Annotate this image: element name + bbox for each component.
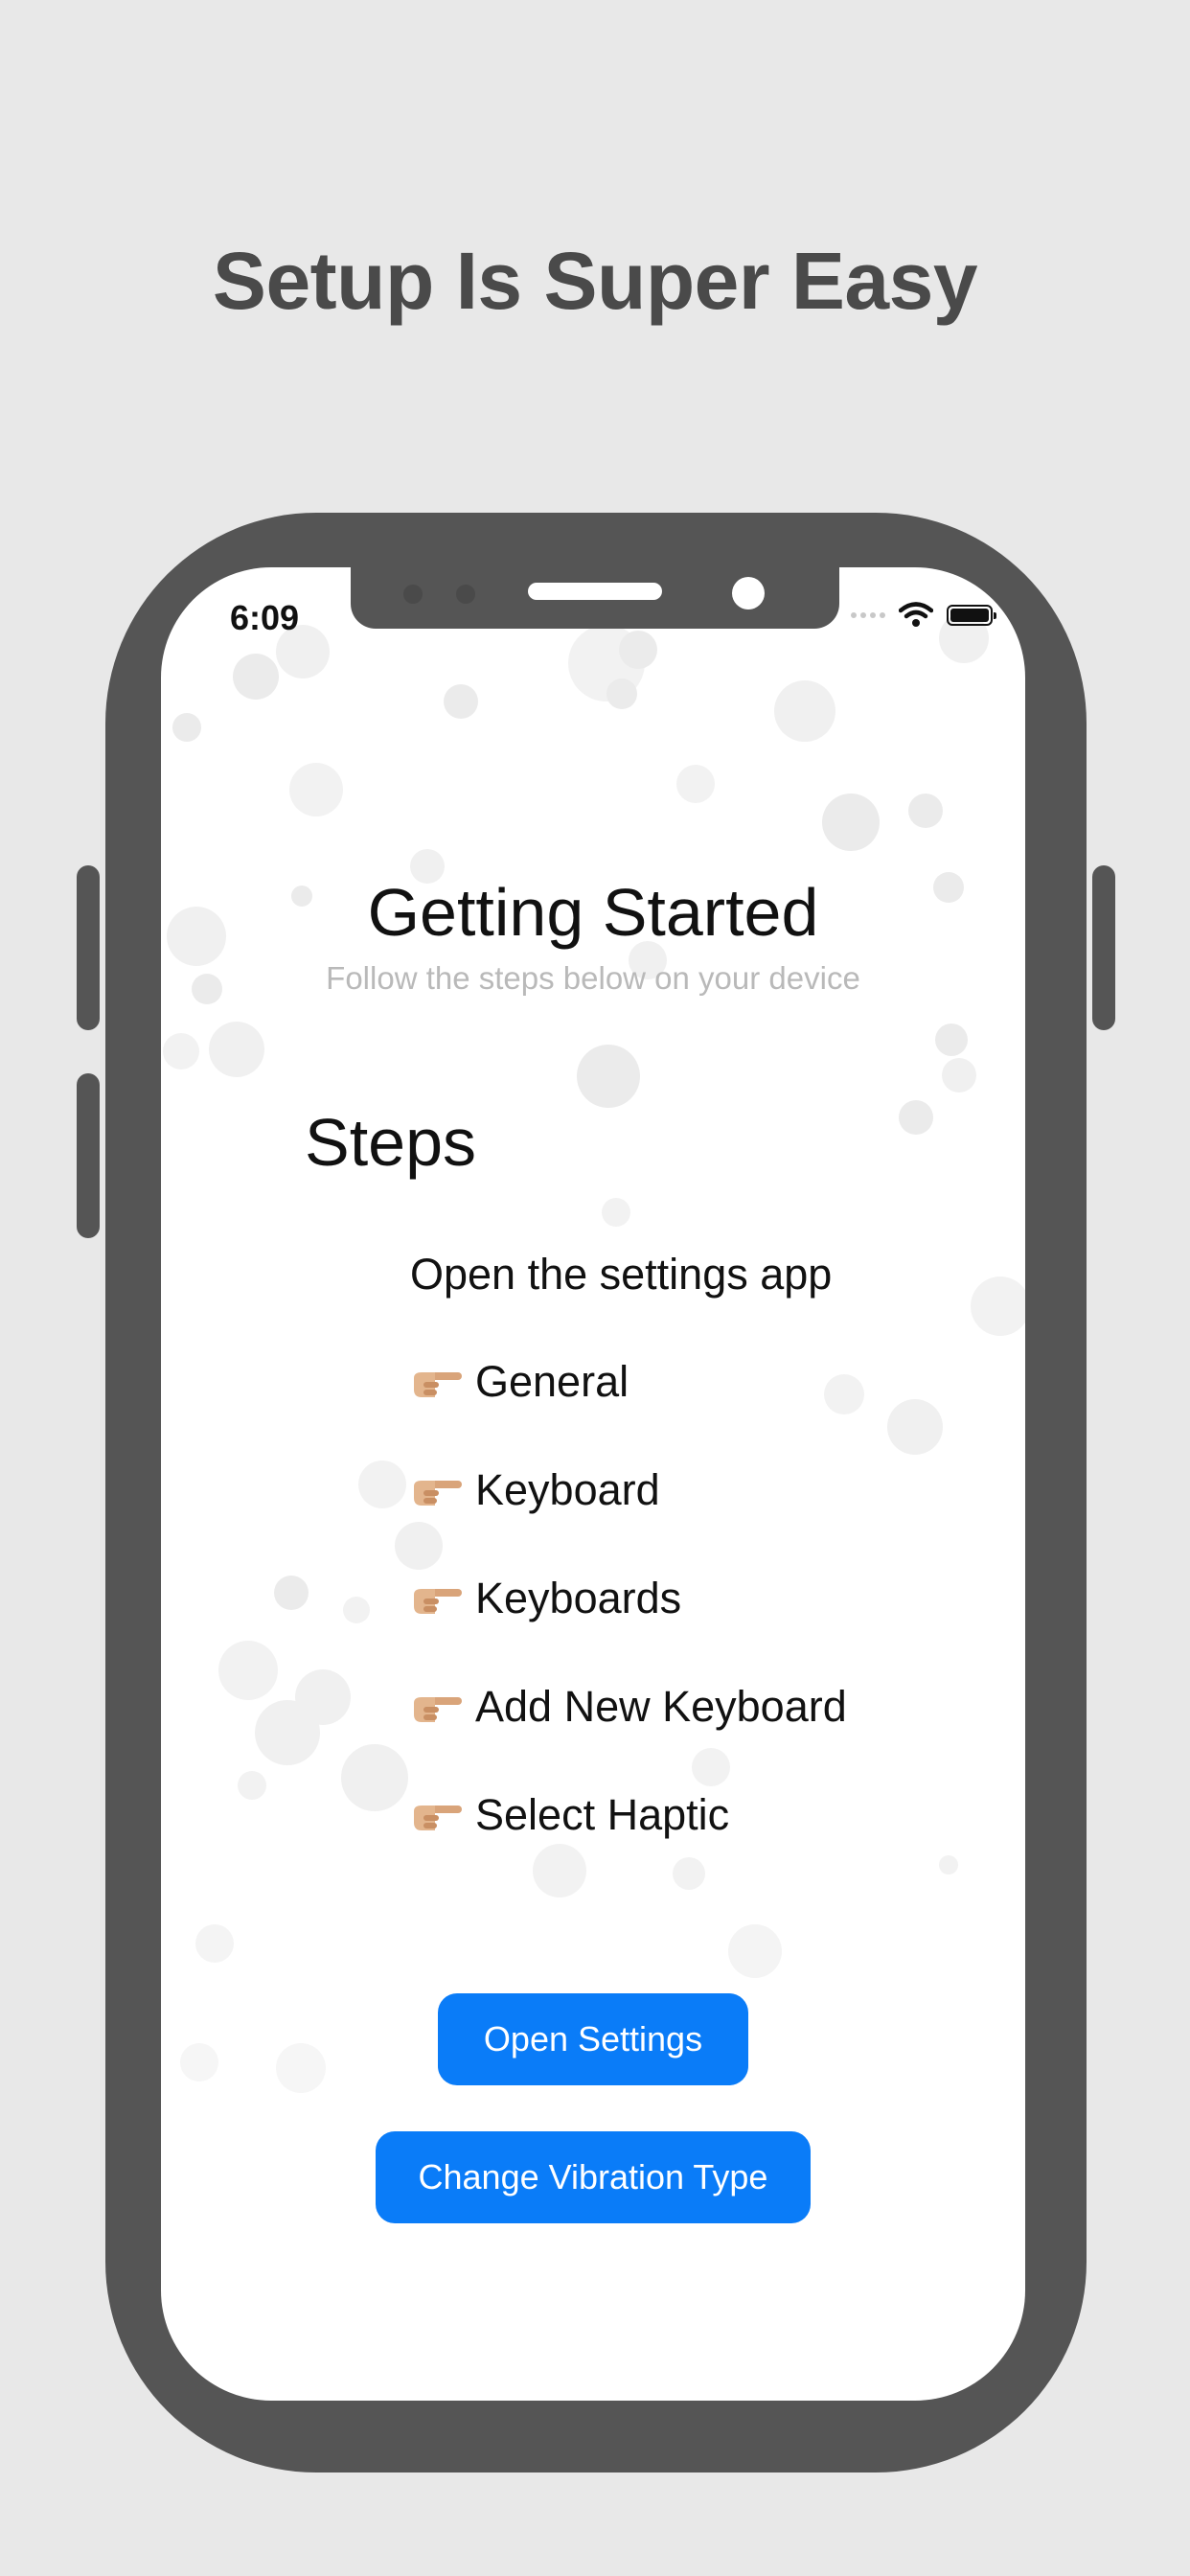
- page-title: Getting Started: [367, 875, 819, 950]
- signal-icon: [851, 612, 885, 618]
- step-intro: Open the settings app: [410, 1250, 833, 1299]
- step-item-general: General: [410, 1357, 629, 1407]
- wifi-icon: [899, 602, 933, 627]
- sensor-dot: [456, 585, 475, 604]
- page-subtitle: Follow the steps below on your device: [326, 960, 860, 996]
- pointing-hand-icon: [414, 1589, 462, 1614]
- open-settings-button[interactable]: Open Settings: [438, 1993, 748, 2085]
- speaker-grille: [528, 583, 662, 600]
- getting-started-view: Getting Started Follow the steps below o…: [161, 567, 1025, 2401]
- pointing-hand-icon: [414, 1372, 462, 1397]
- pointing-hand-icon: [414, 1697, 462, 1722]
- volume-up-button: [77, 865, 100, 1030]
- step-label: Keyboard: [475, 1465, 660, 1514]
- volume-down-button: [77, 1073, 100, 1238]
- front-camera: [732, 577, 765, 610]
- step-label: Select Haptic: [475, 1790, 730, 1839]
- status-icons: [851, 602, 996, 629]
- steps-heading: Steps: [305, 1105, 476, 1180]
- step-label: Keyboards: [475, 1574, 682, 1622]
- phone-screen: 6:09 Getting Started Follow the steps be…: [161, 567, 1025, 2401]
- sensor-dot: [403, 585, 423, 604]
- pointing-hand-icon: [414, 1481, 462, 1506]
- step-item-keyboards: Keyboards: [410, 1574, 681, 1623]
- page-headline: Setup Is Super Easy: [212, 236, 978, 326]
- phone-notch: [351, 567, 839, 629]
- change-vibration-type-button[interactable]: Change Vibration Type: [376, 2131, 811, 2223]
- step-item-add-new-keyboard: Add New Keyboard: [410, 1682, 847, 1732]
- status-time: 6:09: [230, 598, 300, 637]
- battery-icon: [947, 605, 996, 626]
- step-label: General: [475, 1357, 629, 1406]
- step-item-keyboard: Keyboard: [410, 1465, 660, 1515]
- step-item-select-haptic: Select Haptic: [410, 1790, 729, 1840]
- pointing-hand-icon: [414, 1806, 462, 1830]
- step-label: Add New Keyboard: [475, 1682, 847, 1731]
- power-button: [1092, 865, 1115, 1030]
